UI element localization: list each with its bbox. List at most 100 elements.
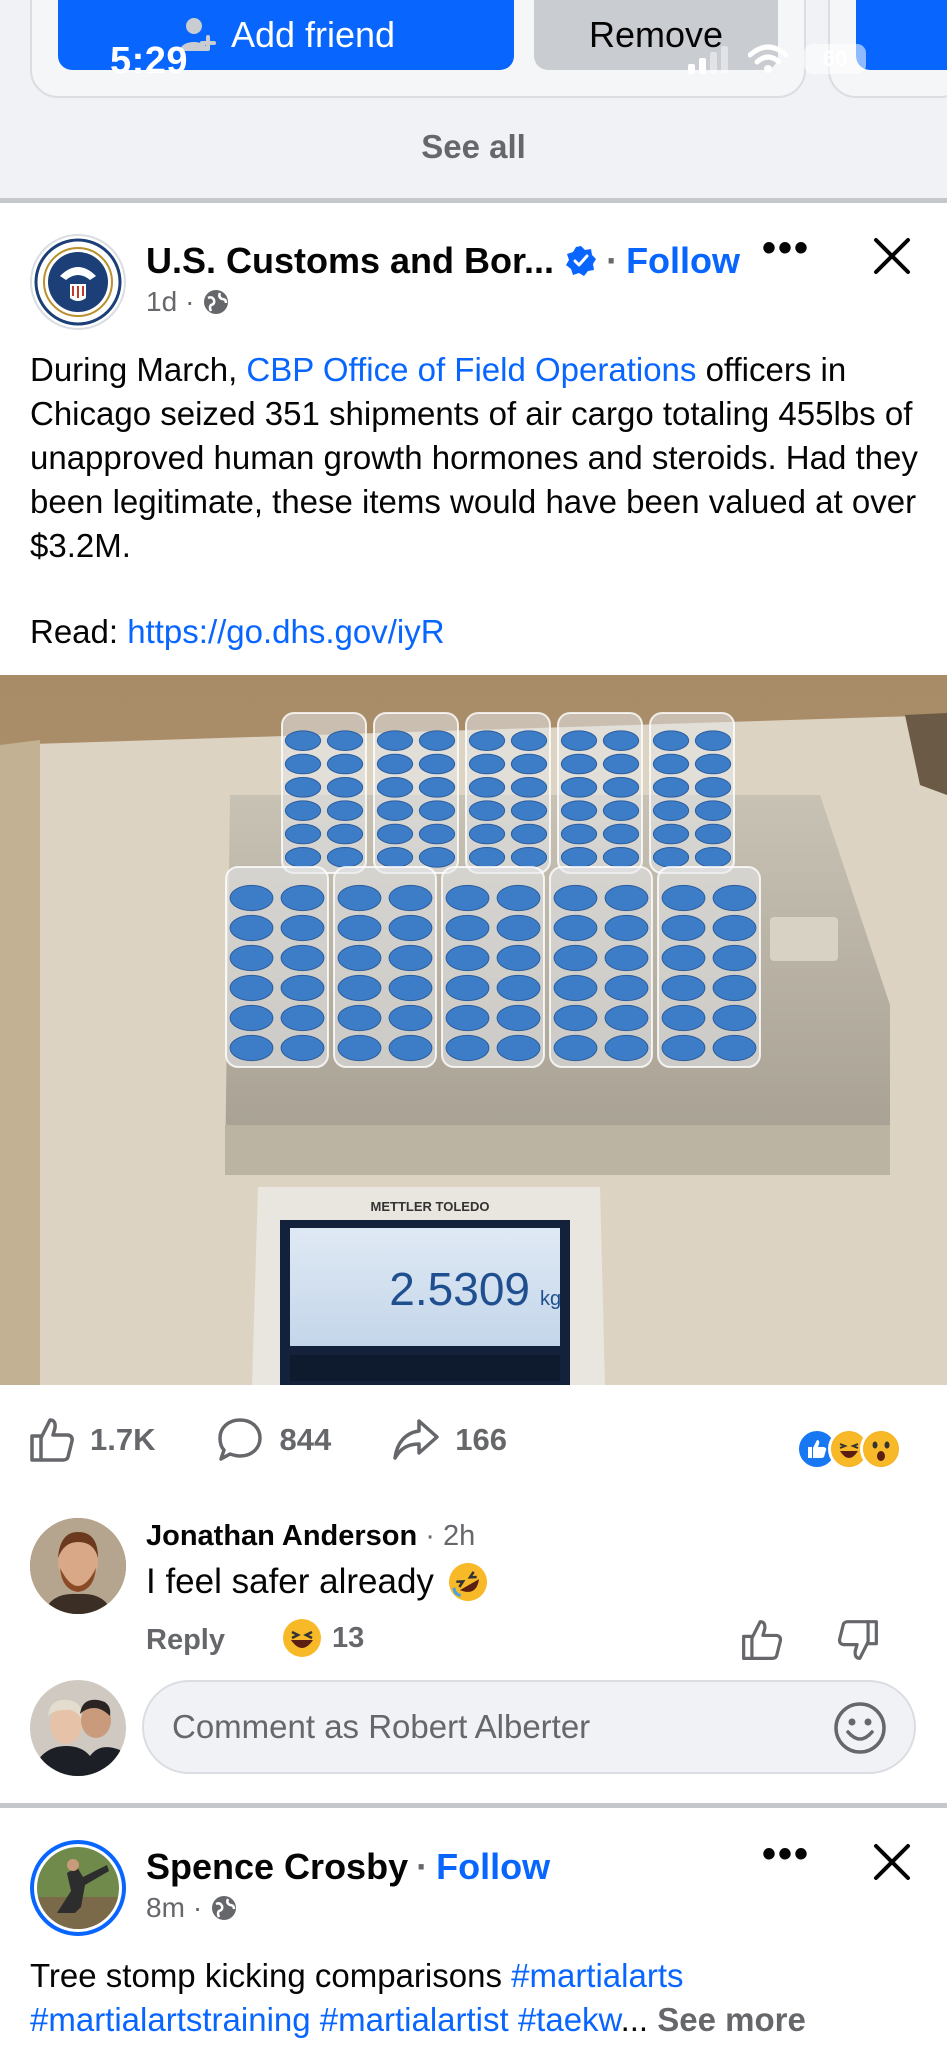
commenter-name[interactable]: Jonathan Anderson (146, 1520, 417, 1552)
post1-body: During March, CBP Office of Field Operat… (30, 348, 920, 568)
vial-cap (652, 730, 690, 751)
post1-time[interactable]: 1d (146, 286, 177, 318)
cbp-ofo-link[interactable]: CBP Office of Field Operations (246, 351, 696, 388)
vial-cap (445, 914, 490, 942)
comment-reaction-summary[interactable]: 13 (282, 1618, 364, 1658)
vial-cap (337, 1004, 382, 1032)
vial-cap (468, 823, 506, 845)
see-more-link[interactable]: See more (657, 2001, 806, 2038)
vial-cap (604, 974, 649, 1002)
vial-cap (280, 974, 325, 1002)
my-profile-photo (30, 1680, 126, 1776)
vials-on-scale-image: METTLER TOLEDO 2.5309 kg (0, 675, 947, 1385)
post2-body: Tree stomp kicking comparisons #martiala… (30, 1954, 920, 1998)
my-avatar[interactable] (30, 1680, 126, 1776)
vial-cap (445, 1034, 490, 1062)
share-count: 166 (455, 1422, 507, 1457)
post1-read-line: Read: https://go.dhs.gov/iyR (30, 610, 920, 654)
post2-more-options-icon[interactable]: ••• (762, 1832, 810, 1877)
post2-follow-button[interactable]: Follow (436, 1846, 550, 1888)
vial-cap (376, 730, 414, 751)
share-icon (393, 1419, 439, 1460)
vial-cap (652, 753, 690, 775)
post1-text-start: During March, (30, 351, 247, 388)
comment-button[interactable]: 844 (215, 1415, 331, 1465)
vial-cap (602, 730, 640, 751)
vial-cap (510, 777, 548, 798)
vial-cap (326, 777, 364, 798)
vial-cap (376, 753, 414, 775)
vial-cap (388, 884, 433, 912)
scale-reading: 2.5309 (389, 1263, 530, 1315)
vial-cap (712, 1004, 757, 1032)
vial-cap (418, 847, 456, 868)
vial-cap (602, 823, 640, 845)
like-button[interactable]: 1.7K (28, 1416, 155, 1464)
vial-cap (445, 1004, 490, 1032)
vial-cap (388, 914, 433, 942)
signal-icon (688, 46, 728, 74)
post1-header-line: U.S. Customs and Bor... · Follow (146, 240, 740, 282)
title-separator: · (416, 1846, 429, 1887)
vial-cap (496, 944, 541, 972)
like-count: 1.7K (90, 1422, 156, 1457)
hashtag-list[interactable]: #martialartstraining #martialartist #tae… (30, 2001, 621, 2038)
commenter-photo (30, 1518, 126, 1614)
commenter-avatar[interactable] (30, 1518, 126, 1614)
vial-cap (652, 800, 690, 821)
comment-icon (218, 1418, 263, 1461)
emoji-picker-icon[interactable] (832, 1700, 888, 1756)
comment-composer[interactable] (142, 1680, 916, 1774)
spence-avatar[interactable] (30, 1840, 126, 1936)
hashtag-martialarts[interactable]: #martialarts (511, 1957, 683, 1994)
comment-like-icon[interactable] (740, 1618, 784, 1662)
post1-follow-button[interactable]: Follow (626, 240, 740, 282)
vial-cap (712, 974, 757, 1002)
vial-cap (510, 847, 548, 868)
see-all-link[interactable]: See all (0, 128, 947, 166)
vial-cap (468, 777, 506, 798)
vial-cap (337, 914, 382, 942)
vial-cap (694, 777, 732, 798)
vial-cap (326, 823, 364, 845)
vial-cap (229, 944, 274, 972)
vial-cap (604, 914, 649, 942)
share-button[interactable]: 166 (391, 1415, 507, 1465)
vial-cap (445, 884, 490, 912)
vial-cap (652, 847, 690, 868)
feed-divider (0, 1803, 947, 1808)
vial-cap (280, 944, 325, 972)
post1-photo[interactable]: METTLER TOLEDO 2.5309 kg (0, 675, 947, 1385)
vial-cap (510, 753, 548, 775)
cbp-seal-icon (34, 238, 122, 326)
status-time: 5:29 (110, 40, 189, 82)
post1-close-icon[interactable] (870, 234, 914, 278)
vial-cap (553, 974, 598, 1002)
vial-cap (229, 1034, 274, 1062)
meta-dot: · (185, 286, 195, 317)
post2-author[interactable]: Spence Crosby (146, 1846, 408, 1888)
reply-link[interactable]: Reply (146, 1624, 225, 1657)
post2-time[interactable]: 8m (146, 1892, 185, 1924)
next-card-button[interactable] (856, 0, 947, 70)
comment-reaction-count: 13 (332, 1621, 365, 1654)
vial-cap (694, 800, 732, 821)
vial-cap (229, 1004, 274, 1032)
scale-unit: kg (540, 1288, 561, 1310)
wifi-icon (748, 44, 788, 73)
cbp-avatar[interactable] (30, 234, 126, 330)
vial-cap (388, 974, 433, 1002)
reaction-summary[interactable] (796, 1428, 902, 1470)
vial-cap (560, 847, 598, 868)
post2-close-icon[interactable] (870, 1840, 914, 1884)
vial-cap (712, 1034, 757, 1062)
comment-dislike-icon[interactable] (836, 1618, 880, 1662)
post1-author[interactable]: U.S. Customs and Bor... (146, 240, 554, 282)
vial-cap (560, 730, 598, 751)
comment-input[interactable] (172, 1682, 812, 1772)
globe-icon (204, 290, 229, 314)
vial-cap (661, 1004, 706, 1032)
dhs-url-link[interactable]: https://go.dhs.gov/iyR (127, 613, 444, 650)
comment-time: 2h (443, 1520, 476, 1552)
post1-more-options-icon[interactable]: ••• (762, 226, 810, 271)
